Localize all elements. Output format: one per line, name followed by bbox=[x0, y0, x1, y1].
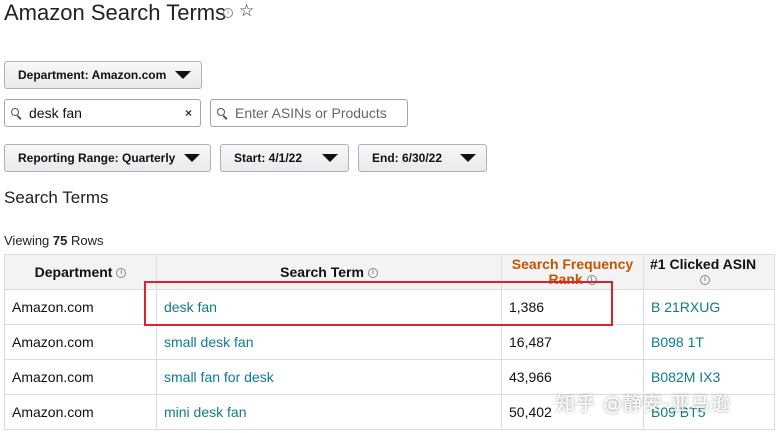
info-icon[interactable]: i bbox=[586, 275, 597, 286]
column-header-label: Department bbox=[34, 264, 113, 280]
table-row: Amazon.com small desk fan 16,487 B098 1T bbox=[4, 324, 775, 360]
chevron-down-icon bbox=[322, 154, 338, 162]
column-header-clicked-asin[interactable]: #1 Clicked ASIN i bbox=[643, 254, 775, 290]
asin-search-field[interactable] bbox=[210, 99, 408, 127]
search-term-link[interactable]: small desk fan bbox=[156, 324, 502, 360]
search-term-input[interactable] bbox=[29, 105, 185, 121]
info-icon[interactable]: i bbox=[116, 268, 127, 279]
search-term-link[interactable]: mini desk fan bbox=[156, 394, 502, 430]
search-term-link[interactable]: desk fan bbox=[156, 289, 502, 325]
start-date-label: Start: 4/1/22 bbox=[234, 151, 303, 165]
rank-cell: 16,487 bbox=[501, 324, 644, 360]
start-date-dropdown[interactable]: Start: 4/1/22 bbox=[220, 144, 349, 172]
table-row: Amazon.com desk fan 1,386 B 21RXUG bbox=[4, 289, 775, 325]
end-date-dropdown[interactable]: End: 6/30/22 bbox=[358, 144, 487, 172]
asin-link[interactable]: B 21RXUG bbox=[643, 289, 775, 325]
column-header-department[interactable]: Department i bbox=[4, 254, 157, 290]
row-count: 75 bbox=[52, 233, 68, 248]
column-header-label: #1 Clicked ASIN bbox=[650, 256, 757, 272]
search-term-field[interactable]: × bbox=[4, 99, 201, 127]
column-header-label: Search Term bbox=[280, 264, 364, 280]
search-term-link[interactable]: small fan for desk bbox=[156, 359, 502, 395]
info-icon[interactable]: i bbox=[223, 8, 233, 18]
watermark-text: 知乎 @静安-亚马逊 bbox=[556, 393, 731, 415]
reporting-range-dropdown[interactable]: Reporting Range: Quarterly bbox=[4, 144, 211, 172]
viewing-prefix: Viewing bbox=[4, 233, 50, 248]
star-outline-icon[interactable]: ☆ bbox=[239, 1, 254, 21]
department-cell: Amazon.com bbox=[4, 289, 157, 325]
department-cell: Amazon.com bbox=[4, 324, 157, 360]
clear-icon[interactable]: × bbox=[185, 106, 192, 120]
department-dropdown[interactable]: Department: Amazon.com bbox=[4, 61, 202, 89]
chevron-down-icon bbox=[184, 154, 200, 162]
section-title: Search Terms bbox=[4, 188, 109, 207]
department-cell: Amazon.com bbox=[4, 359, 157, 395]
search-icon bbox=[11, 107, 22, 120]
column-header-search-term[interactable]: Search Term i bbox=[156, 254, 502, 290]
viewing-suffix: Rows bbox=[71, 233, 104, 248]
asin-search-input[interactable] bbox=[235, 105, 407, 121]
column-header-search-frequency-rank[interactable]: Search Frequency Rank i bbox=[501, 254, 644, 290]
page-title: Amazon Search Terms bbox=[4, 0, 227, 25]
column-header-label: Search Frequency Rank bbox=[511, 256, 634, 287]
department-dropdown-label: Department: Amazon.com bbox=[18, 68, 167, 82]
row-count-text: Viewing 75 Rows bbox=[4, 233, 104, 248]
chevron-down-icon bbox=[460, 154, 476, 162]
department-cell: Amazon.com bbox=[4, 394, 157, 430]
asin-link[interactable]: B098 1T bbox=[643, 324, 775, 360]
info-icon[interactable]: i bbox=[367, 268, 378, 279]
search-icon bbox=[217, 107, 228, 120]
chevron-down-icon bbox=[175, 71, 191, 79]
reporting-range-label: Reporting Range: Quarterly bbox=[18, 151, 176, 165]
info-icon[interactable]: i bbox=[700, 275, 710, 286]
rank-cell: 1,386 bbox=[501, 289, 644, 325]
end-date-label: End: 6/30/22 bbox=[372, 151, 443, 165]
table-header-row: Department i Search Term i Search Freque… bbox=[4, 254, 775, 290]
